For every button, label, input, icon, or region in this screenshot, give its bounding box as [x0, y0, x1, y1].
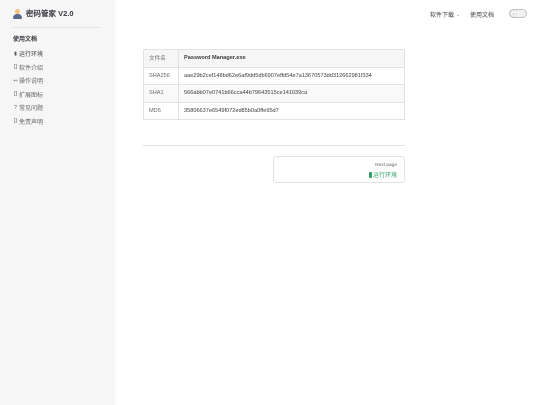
hash-type-cell: SHA1	[143, 84, 179, 103]
next-page-title: 运行环境	[368, 170, 397, 179]
sidebar-heading: 使用文档	[13, 37, 38, 43]
arrow-icon: ↤	[13, 77, 18, 84]
next-page-desc: Next page	[375, 163, 397, 168]
hash-type-cell: SHA256	[143, 66, 179, 85]
table-header-cell: 文件名	[143, 49, 179, 68]
sidebar-nav: ▮ 运行环境 [] 软件介绍 ↤ 操作说明 [] 扩展图标 ? 常见问题 [] …	[13, 47, 43, 128]
sidebar-item-label: 免责声明	[19, 119, 44, 126]
battery-icon: ▮	[14, 50, 17, 57]
sun-icon: ☀	[511, 11, 516, 16]
brackets-icon: []	[14, 118, 17, 125]
table-header-cell: Password Manager.exe	[178, 49, 405, 68]
site-logo[interactable]: 密码管家 V2.0	[13, 8, 74, 19]
sidebar-item-usage[interactable]: ↤ 操作说明	[13, 74, 43, 88]
nav-download-menu[interactable]: 软件下载 ⌄	[430, 10, 461, 20]
theme-toggle[interactable]: ☀	[509, 9, 527, 18]
sidebar-item-runtime[interactable]: ▮ 运行环境	[13, 47, 43, 61]
sidebar-item-label: 软件介绍	[19, 65, 44, 72]
nav-docs-link[interactable]: 使用文档	[470, 10, 494, 19]
brackets-icon: []	[14, 91, 17, 98]
sidebar-item-extensions[interactable]: [] 扩展图标	[13, 88, 43, 102]
table-row: SHA256 aae29b2cef148bd62e6af9dd5db6907ef…	[143, 66, 405, 85]
sidebar-item-label: 扩展图标	[19, 92, 44, 99]
doc-footer-divider	[143, 145, 405, 146]
sidebar-item-disclaimer[interactable]: [] 免责声明	[13, 115, 43, 129]
avatar-icon	[13, 8, 22, 19]
hash-type-cell: MD5	[143, 101, 179, 120]
sidebar-item-faq[interactable]: ? 常见问题	[13, 101, 43, 115]
chevron-down-icon: ⌄	[456, 11, 461, 18]
site-title[interactable]: 密码管家 V2.0	[26, 8, 74, 19]
table-header-row: 文件名 Password Manager.exe	[143, 49, 405, 68]
sidebar-item-label: 运行环境	[19, 52, 44, 59]
sidebar-divider	[13, 27, 101, 28]
hash-value-cell: 566abb07e0741b66cca44b79643515ce141039ca	[178, 84, 405, 103]
brackets-icon: []	[14, 64, 17, 71]
sidebar-item-label: 常见问题	[19, 106, 44, 113]
question-icon: ?	[14, 104, 17, 111]
sidebar-item-label: 操作说明	[19, 79, 44, 86]
sidebar-item-intro[interactable]: [] 软件介绍	[13, 61, 43, 75]
sidebar: 密码管家 V2.0 使用文档 ▮ 运行环境 [] 软件介绍 ↤ 操作说明 [] …	[0, 0, 115, 405]
nav-download-label: 软件下载	[430, 13, 455, 19]
nav-docs-label: 使用文档	[470, 13, 495, 19]
hash-table: 文件名 Password Manager.exe SHA256 aae29b2c…	[143, 49, 405, 120]
battery-icon	[368, 171, 372, 178]
table-row: SHA1 566abb07e0741b66cca44b79643515ce141…	[143, 84, 405, 103]
main-content: 文件名 Password Manager.exe SHA256 aae29b2c…	[143, 49, 405, 120]
table-row: MD5 35806637e6549f072ed85b0a0ffe95d7	[143, 101, 405, 120]
hash-value-cell: 35806637e6549f072ed85b0a0ffe95d7	[178, 101, 405, 120]
hash-value-cell: aae29b2cef148bd62e6af9dd5db6907effd54e7a…	[178, 66, 405, 85]
top-navbar: 软件下载 ⌄ 使用文档 ☀	[115, 0, 540, 28]
next-page-link[interactable]: Next page 运行环境	[273, 156, 405, 183]
next-page-title-text: 运行环境	[372, 173, 397, 179]
